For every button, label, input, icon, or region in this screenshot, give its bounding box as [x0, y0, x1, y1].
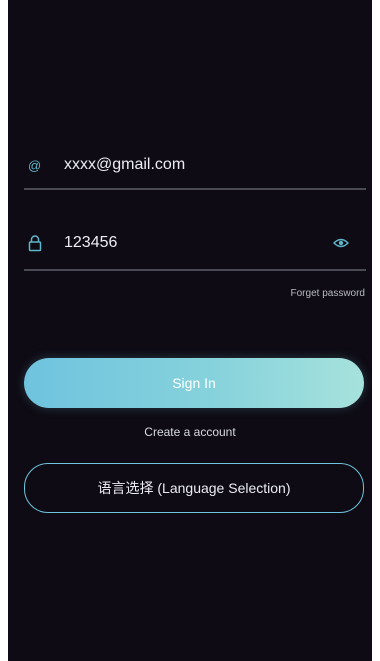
- email-row: @: [24, 148, 364, 182]
- language-selection-button[interactable]: 语言选择 (Language Selection): [24, 463, 364, 513]
- language-selection-label: 语言选择 (Language Selection): [97, 480, 291, 496]
- login-screen: @ Forget password Sign In Create a accou…: [8, 0, 372, 661]
- lock-icon: [28, 233, 54, 253]
- eye-icon[interactable]: [326, 231, 356, 255]
- email-field[interactable]: [54, 150, 364, 180]
- at-sign-icon: @: [28, 157, 42, 173]
- forget-password-link[interactable]: Forget password: [291, 288, 365, 299]
- create-account-link[interactable]: Create a account: [8, 425, 372, 439]
- password-row: [24, 226, 364, 260]
- sign-in-label: Sign In: [172, 375, 216, 391]
- email-underline: [24, 188, 366, 190]
- sign-in-button[interactable]: Sign In: [24, 358, 364, 408]
- password-field[interactable]: [54, 228, 326, 258]
- password-underline: [24, 269, 366, 271]
